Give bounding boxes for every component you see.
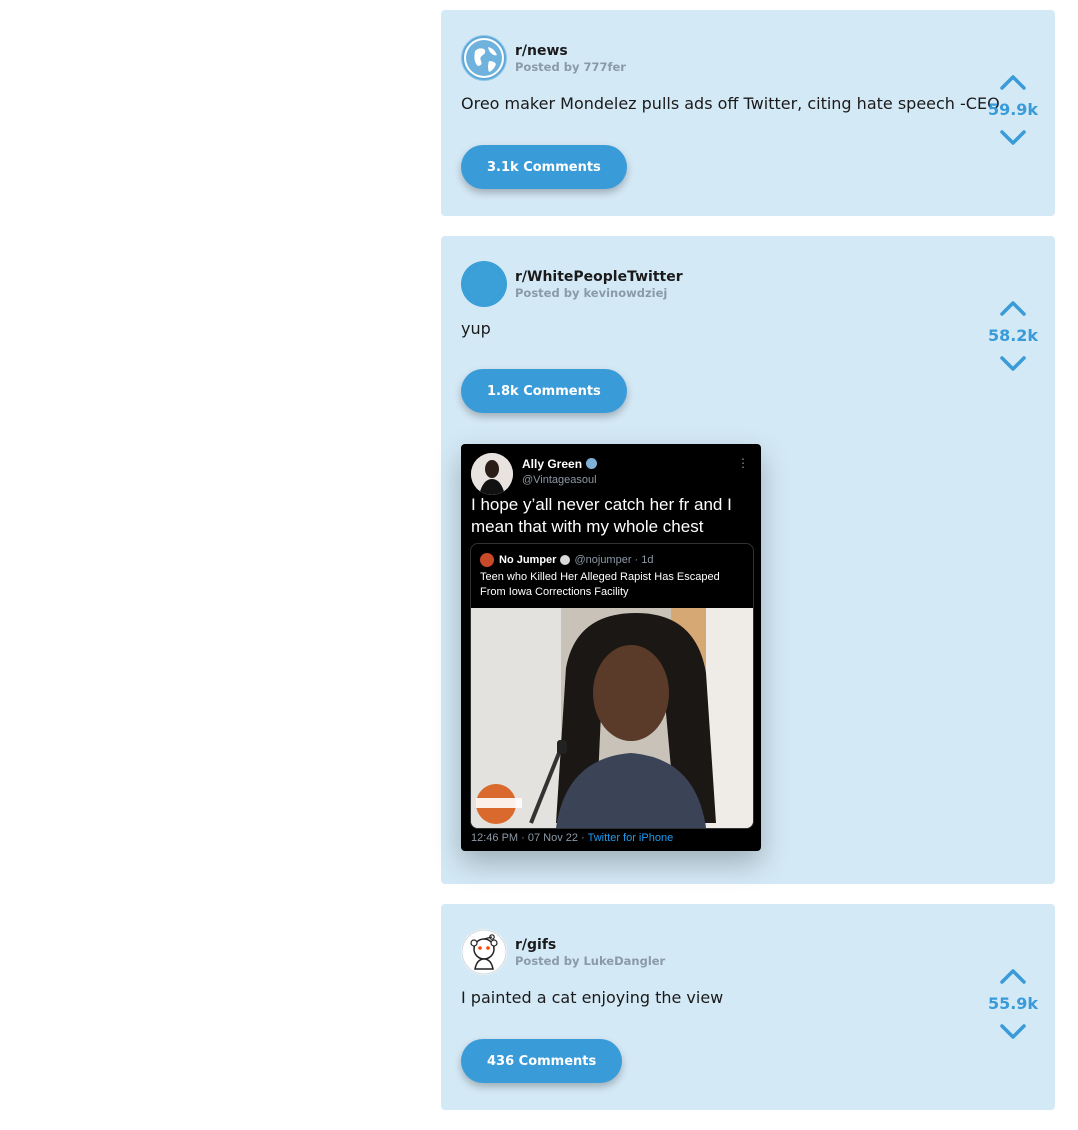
default-avatar[interactable] [461, 261, 507, 307]
tweet-text: I hope y’all never catch her fr and I me… [471, 495, 732, 536]
downvote-icon[interactable] [999, 1023, 1027, 1041]
snoo-icon[interactable] [461, 929, 507, 975]
upvote-icon[interactable] [999, 73, 1027, 91]
downvote-icon[interactable] [999, 129, 1027, 147]
quote-header: No Jumper @nojumper · 1d [480, 553, 654, 567]
post-image[interactable]: Ally Green @Vintageasoul ⋮ I hope y’all … [461, 444, 761, 851]
post-title[interactable]: Oreo maker Mondelez pulls ads off Twitte… [461, 93, 1035, 115]
tweet-avatar [471, 453, 513, 495]
quote-author: No Jumper [499, 554, 557, 566]
post-meta: r/WhitePeopleTwitter Posted by kevinowdz… [515, 268, 683, 301]
post-meta: r/gifs Posted by LukeDangler [515, 936, 665, 969]
vote-controls: 59.9k [987, 73, 1039, 147]
post-feed: r/news Posted by 777fer Oreo maker Monde… [441, 10, 1055, 1130]
post-title[interactable]: I painted a cat enjoying the view [461, 987, 1035, 1009]
verified-icon [586, 458, 598, 469]
subreddit-link[interactable]: r/news [515, 42, 626, 60]
post-title[interactable]: yup [461, 318, 1035, 340]
quoted-tweet: No Jumper @nojumper · 1d Teen who Killed… [470, 543, 754, 829]
score: 58.2k [987, 326, 1039, 345]
vote-controls: 55.9k [987, 967, 1039, 1041]
globe-icon[interactable] [461, 35, 507, 81]
tweet-footer: 12:46 PM · 07 Nov 22 · Twitter for iPhon… [471, 832, 674, 844]
post-meta: r/news Posted by 777fer [515, 42, 626, 75]
vote-controls: 58.2k [987, 299, 1039, 373]
comments-button[interactable]: 1.8k Comments [461, 369, 627, 413]
tweet-author: Ally Green [522, 457, 598, 471]
post-card: r/gifs Posted by LukeDangler I painted a… [441, 904, 1055, 1110]
tweet-handle: @Vintageasoul [522, 474, 597, 486]
more-icon: ⋮ [737, 456, 749, 470]
quote-text: Teen who Killed Her Alleged Rapist Has E… [480, 571, 720, 598]
upvote-icon[interactable] [999, 299, 1027, 317]
post-card: r/WhitePeopleTwitter Posted by kevinowdz… [441, 236, 1055, 884]
post-header: r/gifs Posted by LukeDangler [461, 929, 1035, 975]
quote-avatar [480, 553, 494, 567]
quote-handle: @nojumper · 1d [574, 554, 654, 566]
subreddit-link[interactable]: r/WhitePeopleTwitter [515, 268, 683, 286]
post-header: r/news Posted by 777fer [461, 35, 1035, 81]
downvote-icon[interactable] [999, 355, 1027, 373]
posted-by[interactable]: Posted by 777fer [515, 60, 626, 75]
score: 59.9k [987, 100, 1039, 119]
quote-photo [471, 608, 753, 828]
subreddit-link[interactable]: r/gifs [515, 936, 665, 954]
score: 55.9k [987, 994, 1039, 1013]
posted-by[interactable]: Posted by LukeDangler [515, 954, 665, 969]
upvote-icon[interactable] [999, 967, 1027, 985]
post-header: r/WhitePeopleTwitter Posted by kevinowdz… [461, 261, 1035, 307]
posted-by[interactable]: Posted by kevinowdziej [515, 286, 683, 301]
comments-button[interactable]: 436 Comments [461, 1039, 623, 1083]
post-card: r/news Posted by 777fer Oreo maker Monde… [441, 10, 1055, 216]
verified-icon [560, 555, 571, 565]
comments-button[interactable]: 3.1k Comments [461, 145, 627, 189]
